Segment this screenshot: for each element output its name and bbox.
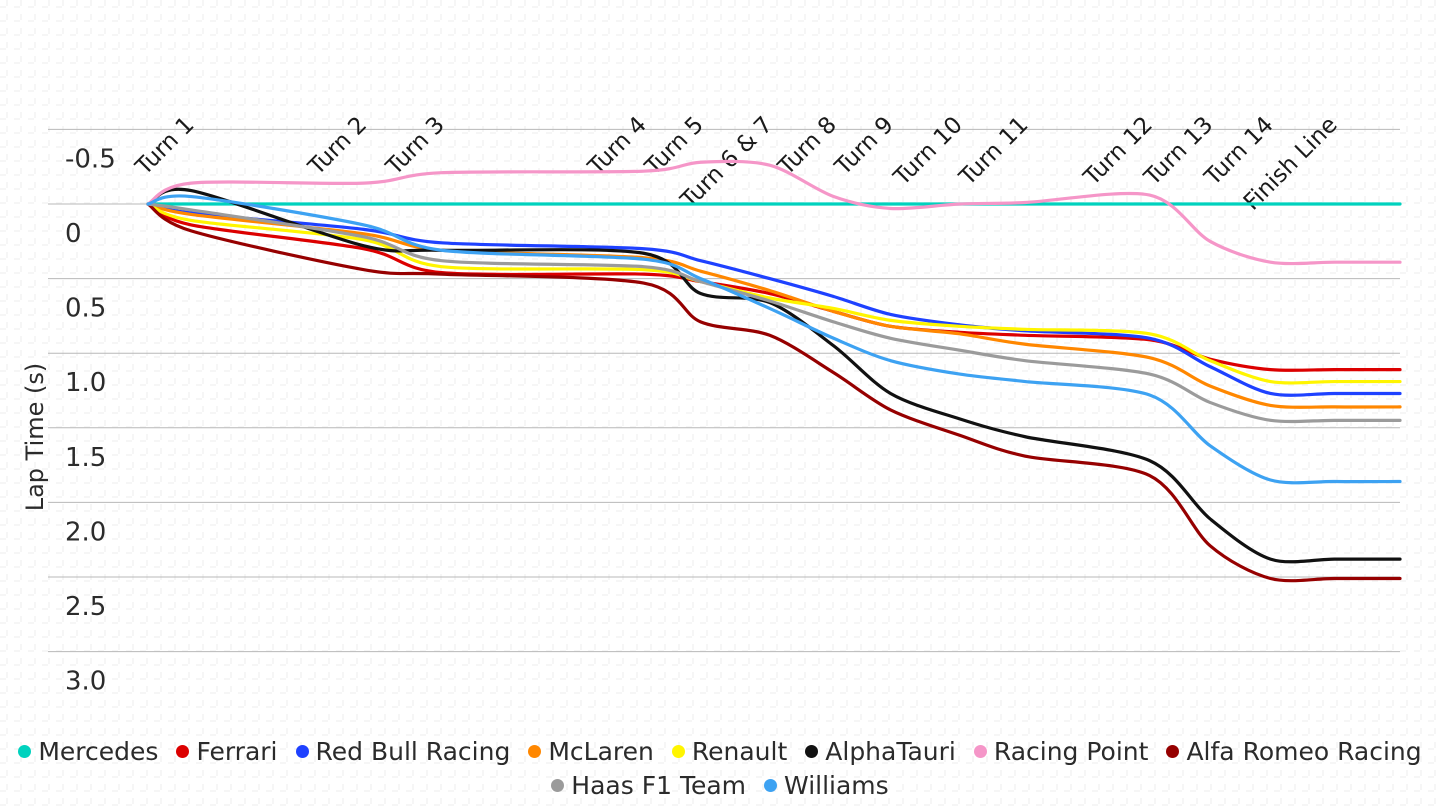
legend-item-alphatauri[interactable]: AlphaTauri [805, 737, 956, 766]
legend-swatch-icon [18, 745, 31, 758]
y-axis-tick-label: 2.5 [65, 592, 106, 622]
legend-swatch-icon [296, 745, 309, 758]
y-axis-tick-label: 1.0 [65, 368, 106, 398]
legend-label: Racing Point [994, 737, 1149, 766]
x-axis-tick-label: Turn 10 [888, 112, 967, 191]
legend-label: Mercedes [38, 737, 158, 766]
legend-swatch-icon [672, 745, 685, 758]
legend-item-williams[interactable]: Williams [764, 771, 889, 800]
legend-item-haas-f1-team[interactable]: Haas F1 Team [551, 771, 746, 800]
chart-legend: Mercedes Ferrari Red Bull Racing McLaren Ren… [0, 737, 1440, 800]
y-axis-title: Lap Time (s) [21, 363, 49, 512]
legend-swatch-icon [764, 779, 777, 792]
legend-label: Haas F1 Team [571, 771, 746, 800]
legend-label: Williams [784, 771, 889, 800]
legend-row-secondary: Haas F1 Team Williams [542, 771, 897, 800]
x-axis-tick-label: Turn 11 [954, 112, 1033, 191]
legend-swatch-icon [176, 745, 189, 758]
y-axis-tick-label: 2.0 [65, 517, 106, 547]
series-line-alfa-romeo-racing [148, 204, 1400, 581]
legend-swatch-icon [1166, 745, 1179, 758]
legend-item-mercedes[interactable]: Mercedes [18, 737, 158, 766]
legend-label: Alfa Romeo Racing [1186, 737, 1421, 766]
legend-label: Renault [692, 737, 787, 766]
legend-item-mclaren[interactable]: McLaren [528, 737, 654, 766]
legend-swatch-icon [528, 745, 541, 758]
chart-plot-area: -0.5 0 0.5 1.0 1.5 2.0 2.5 3.0 Lap Time (s) Turn … [0, 0, 1440, 810]
x-axis-tick-label: Turn 9 [830, 112, 899, 181]
legend-label: McLaren [548, 737, 654, 766]
legend-swatch-icon [805, 745, 818, 758]
y-axis-tick-label: 1.5 [65, 443, 106, 473]
legend-item-red-bull-racing[interactable]: Red Bull Racing [296, 737, 511, 766]
lap-time-delta-chart: -0.5 0 0.5 1.0 1.5 2.0 2.5 3.0 Lap Time (s) Turn … [0, 0, 1440, 810]
y-axis-tick-label: 3.0 [65, 667, 106, 697]
legend-swatch-icon [974, 745, 987, 758]
series-lines [148, 161, 1400, 580]
legend-label: Ferrari [196, 737, 277, 766]
y-axis-tick-label: 0.5 [65, 294, 106, 324]
legend-item-renault[interactable]: Renault [672, 737, 787, 766]
x-axis-tick-label: Turn 3 [381, 112, 450, 181]
y-axis-tick-label: -0.5 [65, 144, 116, 174]
y-axis-tick-label: 0 [65, 219, 82, 249]
legend-label: AlphaTauri [825, 737, 956, 766]
legend-label: Red Bull Racing [316, 737, 511, 766]
legend-item-ferrari[interactable]: Ferrari [176, 737, 277, 766]
x-axis-tick-label: Turn 1 [130, 112, 199, 181]
legend-item-alfa-romeo-racing[interactable]: Alfa Romeo Racing [1166, 737, 1421, 766]
legend-swatch-icon [551, 779, 564, 792]
legend-item-racing-point[interactable]: Racing Point [974, 737, 1149, 766]
legend-row-primary: Mercedes Ferrari Red Bull Racing McLaren Ren… [9, 737, 1430, 766]
x-axis-tick-label: Turn 2 [303, 112, 372, 181]
